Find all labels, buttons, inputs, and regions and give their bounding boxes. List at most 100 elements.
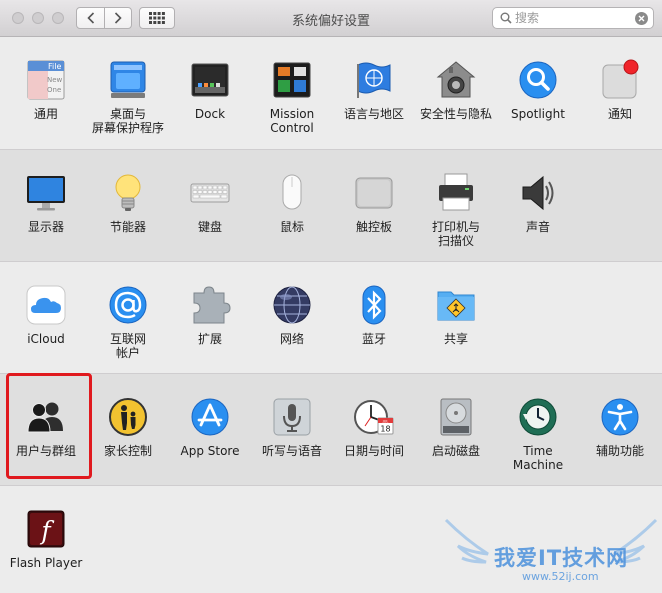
- pane-label: 通用: [33, 107, 58, 121]
- search-input[interactable]: [515, 10, 627, 26]
- displays-icon: [27, 176, 65, 211]
- search-field[interactable]: [492, 7, 654, 29]
- pane-accessibility[interactable]: 辅助功能: [579, 396, 661, 458]
- flash-player-icon: f: [27, 510, 65, 548]
- accessibility-icon: [601, 398, 639, 436]
- date-time-icon: JUL 18: [354, 400, 394, 435]
- pane-sound[interactable]: 声音: [497, 172, 579, 234]
- pane-energy-saver[interactable]: 节能器: [87, 172, 169, 234]
- pane-icloud[interactable]: iCloud: [5, 284, 87, 346]
- pane-general[interactable]: File New One 通用: [5, 59, 87, 121]
- pane-users-groups[interactable]: 用户与群组: [5, 396, 87, 458]
- pane-label: 互联网 帐户: [109, 332, 146, 360]
- pane-network[interactable]: 网络: [251, 284, 333, 346]
- general-file-text: File: [48, 62, 61, 71]
- trackpad-icon: [355, 177, 393, 209]
- close-window-button[interactable]: [12, 12, 24, 24]
- pane-label: Mission Control: [269, 107, 315, 135]
- pane-flash-player[interactable]: f Flash Player: [5, 508, 87, 570]
- pane-label: 鼠标: [279, 220, 304, 234]
- clear-search-icon[interactable]: [635, 12, 648, 25]
- pane-label: 触控板: [355, 220, 392, 234]
- pane-security-privacy[interactable]: 安全性与隐私: [415, 59, 497, 121]
- extensions-icon: [193, 286, 231, 324]
- pane-language-region[interactable]: 语言与地区: [333, 59, 415, 121]
- back-button[interactable]: [77, 8, 104, 28]
- pane-label: 语言与地区: [343, 107, 404, 121]
- pane-sharing[interactable]: 共享: [415, 284, 497, 346]
- pane-parental-controls[interactable]: 家长控制: [87, 396, 169, 458]
- hardware-section: 显示器 节能器 键盘 鼠标 触控板 打印机与 扫描仪 声音: [0, 149, 662, 261]
- chevron-right-icon: [114, 12, 122, 24]
- pane-label: 桌面与 屏幕保护程序: [91, 107, 164, 135]
- pane-label: 安全性与隐私: [419, 107, 492, 121]
- pane-label: 通知: [607, 107, 632, 121]
- pane-date-time[interactable]: JUL 18 日期与时间: [333, 396, 415, 458]
- zoom-window-button[interactable]: [52, 12, 64, 24]
- chevron-left-icon: [86, 12, 94, 24]
- internet-accounts-icon: [109, 286, 147, 324]
- general-new-text: New: [47, 76, 63, 84]
- pane-label: 用户与群组: [15, 444, 76, 458]
- forward-button[interactable]: [104, 8, 131, 28]
- pane-label: 键盘: [197, 220, 222, 234]
- pane-label: 打印机与 扫描仪: [431, 220, 480, 248]
- pane-label: 节能器: [109, 220, 146, 234]
- pane-time-machine[interactable]: Time Machine: [497, 396, 579, 472]
- energy-saver-icon: [115, 174, 141, 211]
- grid-icon: [149, 12, 165, 24]
- pane-app-store[interactable]: App Store: [169, 396, 251, 458]
- calendar-month-text: JUL: [382, 419, 389, 423]
- pane-label: 蓝牙: [361, 332, 386, 346]
- pane-label: 显示器: [27, 220, 64, 234]
- pane-notifications[interactable]: 通知: [579, 59, 661, 121]
- search-icon: [500, 12, 512, 24]
- network-icon: [273, 286, 311, 324]
- personal-section: File New One 通用 桌面与 屏幕保护程序 Dock Mission …: [0, 37, 662, 149]
- general-icon: File New One: [27, 60, 65, 100]
- pane-label: 启动磁盘: [431, 444, 480, 458]
- pane-label: Spotlight: [511, 107, 565, 121]
- mouse-icon: [282, 174, 302, 210]
- show-all-button[interactable]: [139, 7, 175, 29]
- window-toolbar: 系统偏好设置: [0, 0, 662, 37]
- pane-label: 扩展: [197, 332, 222, 346]
- sharing-icon: [437, 291, 475, 321]
- language-region-icon: [357, 62, 391, 98]
- pane-label: 共享: [443, 332, 468, 346]
- desktop-screensaver-icon: [110, 61, 146, 98]
- general-one-text: One: [47, 86, 61, 94]
- minimize-window-button[interactable]: [32, 12, 44, 24]
- pane-displays[interactable]: 显示器: [5, 172, 87, 234]
- pane-bluetooth[interactable]: 蓝牙: [333, 284, 415, 346]
- pane-dock[interactable]: Dock: [169, 59, 251, 121]
- notifications-icon: [602, 59, 639, 99]
- pane-mouse[interactable]: 鼠标: [251, 172, 333, 234]
- pane-trackpad[interactable]: 触控板: [333, 172, 415, 234]
- parental-controls-icon: [109, 398, 147, 436]
- pane-label: 声音: [525, 220, 550, 234]
- pane-internet-accounts[interactable]: 互联网 帐户: [87, 284, 169, 360]
- pane-desktop-screensaver[interactable]: 桌面与 屏幕保护程序: [87, 59, 169, 135]
- startup-disk-icon: [440, 398, 472, 436]
- bluetooth-icon: [362, 285, 386, 325]
- pane-label: 辅助功能: [595, 444, 644, 458]
- icloud-icon: [26, 285, 66, 325]
- pane-label: Dock: [194, 107, 226, 121]
- security-privacy-icon: [436, 61, 476, 98]
- internet-wireless-section: iCloud 互联网 帐户 扩展 网络 蓝牙 共享: [0, 261, 662, 373]
- system-section: 用户与群组 家长控制 App Store 听写与语音 JUL 18 日期与时间 …: [0, 373, 662, 485]
- dock-icon: [191, 63, 229, 97]
- pane-spotlight[interactable]: Spotlight: [497, 59, 579, 121]
- pane-extensions[interactable]: 扩展: [169, 284, 251, 346]
- pane-label: Time Machine: [512, 444, 564, 472]
- pane-keyboard[interactable]: 键盘: [169, 172, 251, 234]
- pane-label: iCloud: [27, 332, 65, 346]
- mission-control-icon: [273, 62, 311, 98]
- pane-startup-disk[interactable]: 启动磁盘: [415, 396, 497, 458]
- pane-mission-control[interactable]: Mission Control: [251, 59, 333, 135]
- pane-dictation-speech[interactable]: 听写与语音: [251, 396, 333, 458]
- pane-label: 听写与语音: [261, 444, 322, 458]
- users-groups-icon: [27, 402, 63, 433]
- pane-printers-scanners[interactable]: 打印机与 扫描仪: [415, 172, 497, 248]
